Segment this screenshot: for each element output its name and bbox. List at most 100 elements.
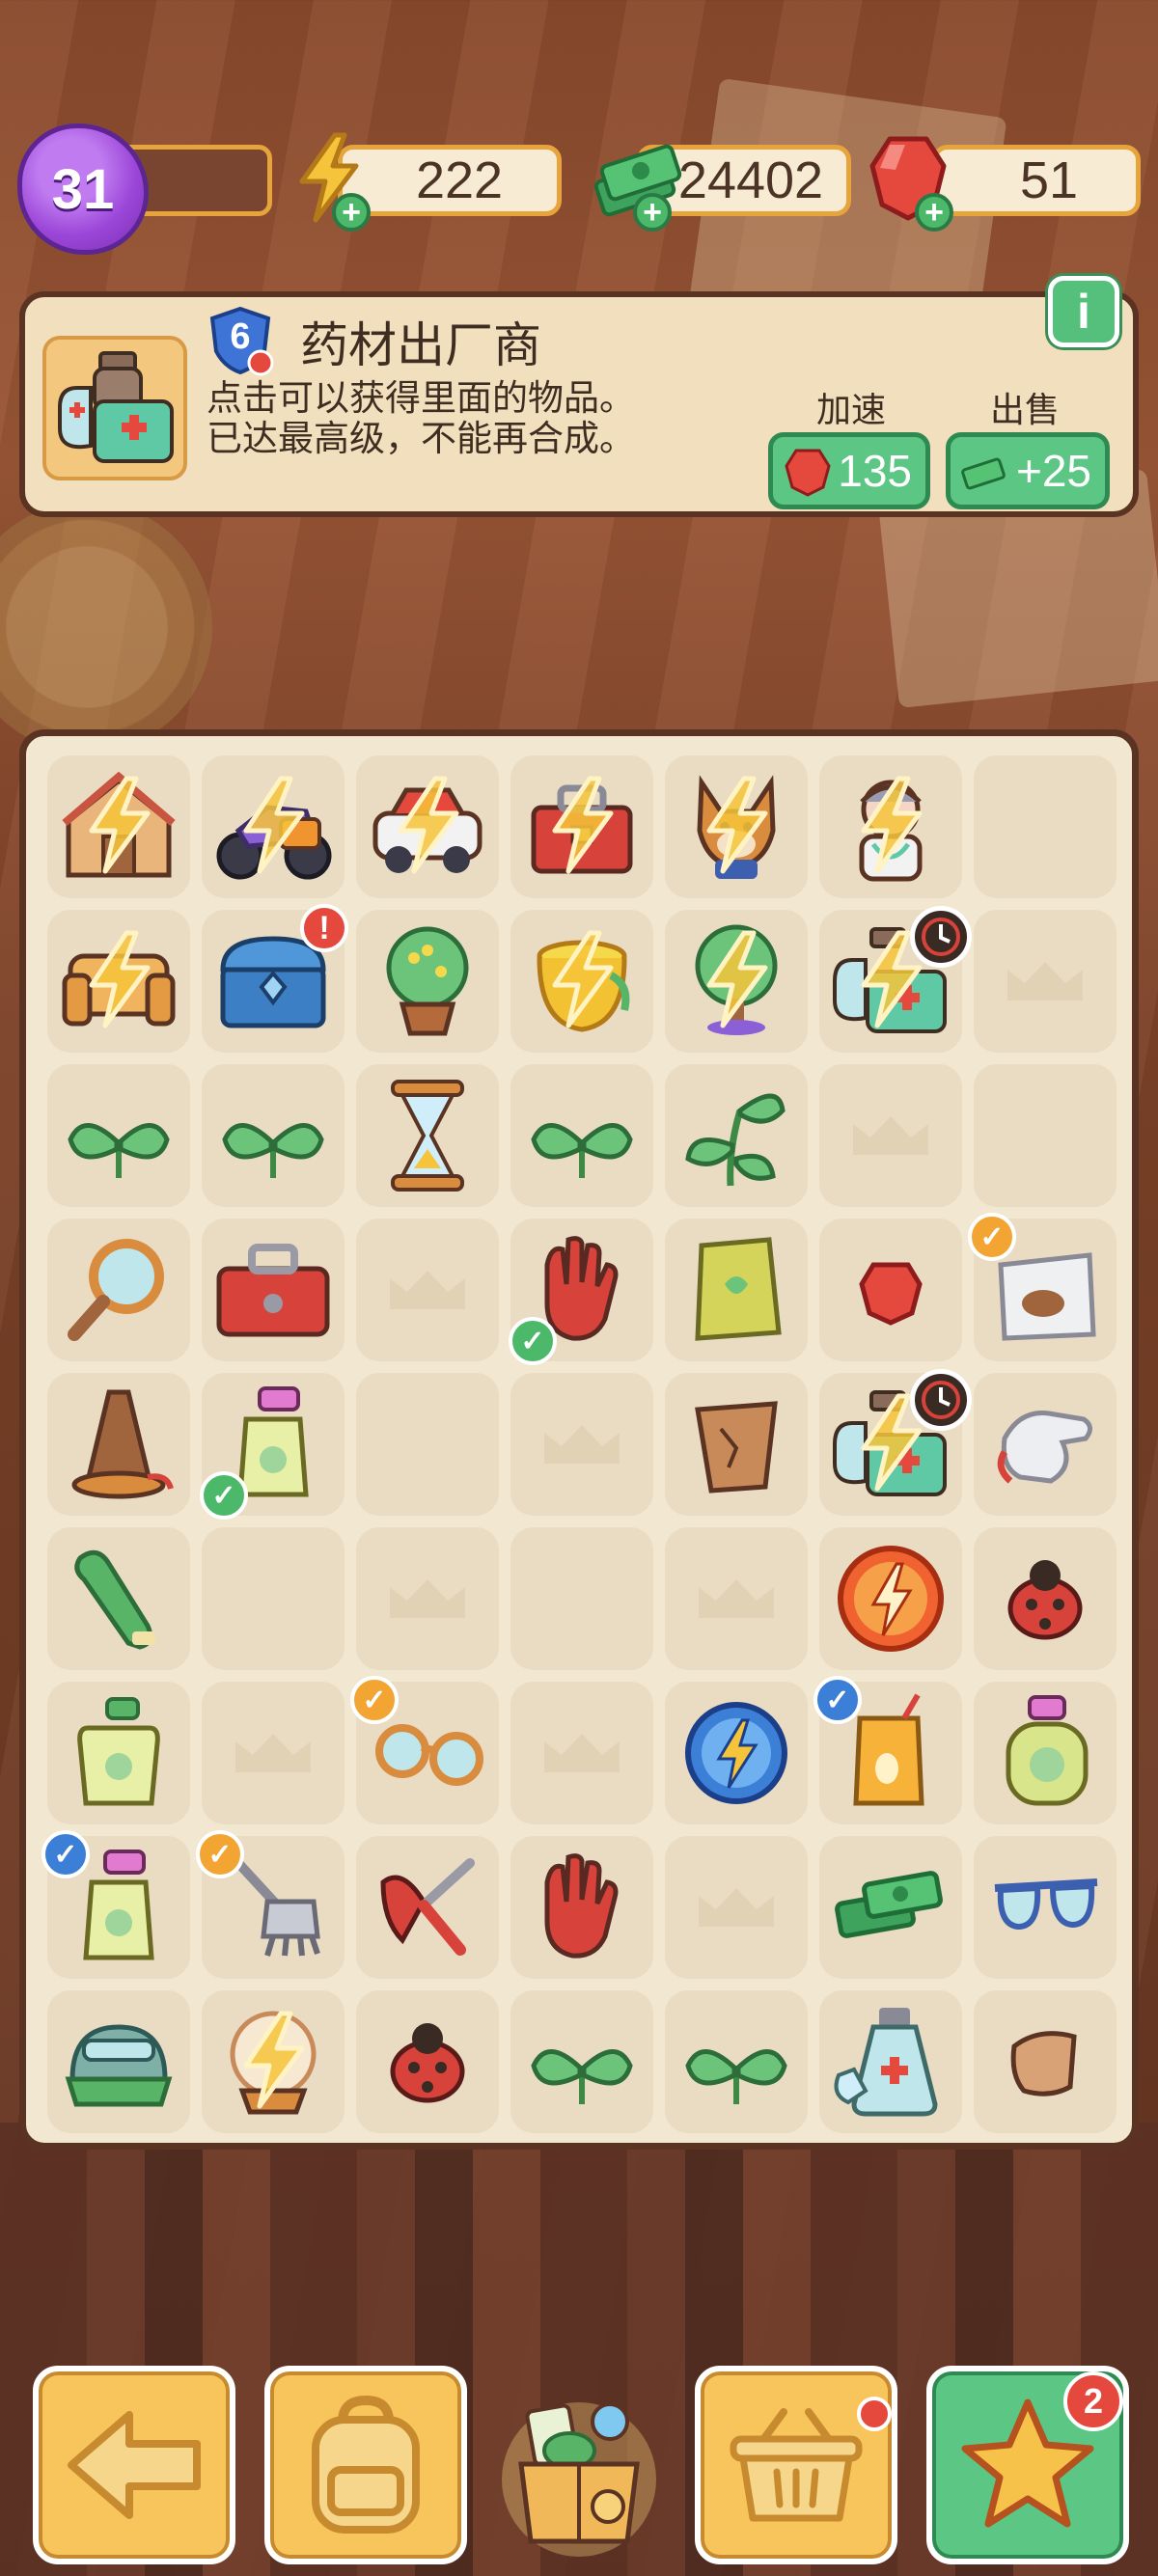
board-cell[interactable] (356, 1373, 499, 1516)
board-cell[interactable] (202, 1064, 345, 1207)
board-cell[interactable] (665, 910, 808, 1053)
description-line-2: 已达最高级，不能再合成。 (207, 419, 635, 458)
board-cell[interactable] (47, 1527, 190, 1670)
board-cell[interactable] (356, 1836, 499, 1979)
cooldown-timer-icon (910, 1369, 972, 1431)
player-level-badge[interactable]: 31 (17, 123, 149, 255)
info-button[interactable]: i (1048, 276, 1119, 347)
board-cell[interactable] (510, 755, 653, 898)
gift-box-button[interactable] (492, 2383, 666, 2557)
board-cell[interactable]: ✓ (41, 1830, 190, 1979)
board-cell[interactable] (510, 1990, 653, 2133)
board-cell[interactable] (510, 1064, 653, 1207)
board-cell[interactable] (974, 1527, 1117, 1670)
board-cell[interactable]: ✓ (813, 1676, 962, 1824)
hourglass-icon (391, 1080, 464, 1192)
board-cell[interactable] (47, 1990, 190, 2133)
board-cell[interactable] (665, 755, 808, 898)
background-medal (0, 502, 212, 753)
perfume-bottle-icon (1006, 1695, 1089, 1806)
board-cell[interactable] (819, 1990, 962, 2133)
item-title: 药材出厂商 (300, 318, 541, 372)
add-cash-button[interactable]: + (633, 193, 672, 232)
board-cell[interactable] (356, 1990, 499, 2133)
generator-bolt-icon (398, 776, 459, 874)
basket-button[interactable] (695, 2366, 897, 2564)
board-cell[interactable] (356, 1219, 499, 1361)
board-cell[interactable] (47, 755, 190, 898)
board-cell[interactable] (510, 1527, 653, 1670)
basket-notification-dot (857, 2397, 892, 2431)
board-cell[interactable]: ✓ (200, 1373, 345, 1520)
potted-tree-icon (386, 926, 469, 1036)
board-cell[interactable]: ✓ (350, 1676, 499, 1824)
board-cell[interactable]: ✓ (509, 1219, 653, 1365)
board-cell[interactable] (510, 910, 653, 1053)
board-cell[interactable] (202, 1990, 345, 2133)
board-cell[interactable] (202, 755, 345, 898)
checkmark-icon: ✓ (813, 1676, 862, 1724)
gem-counter[interactable]: 51 (932, 145, 1141, 216)
sell-button[interactable]: +25 (946, 432, 1110, 509)
board-cell[interactable] (819, 1836, 962, 1979)
board-cell[interactable]: ✓ (196, 1830, 345, 1979)
board-cell[interactable] (819, 1369, 972, 1516)
board-cell[interactable] (665, 1064, 808, 1207)
pruning-shears-icon (380, 1858, 475, 1956)
sunglasses-icon (994, 1878, 1098, 1931)
board-cell[interactable] (202, 1527, 345, 1670)
board-cell[interactable] (665, 1836, 808, 1979)
board-cell[interactable] (510, 1682, 653, 1824)
board-cell[interactable] (819, 755, 962, 898)
sprout-icon (222, 1123, 324, 1178)
board-cell[interactable] (665, 1219, 808, 1361)
checkmark-icon: ✓ (509, 1317, 557, 1365)
board-cell[interactable] (665, 1373, 808, 1516)
board-cell[interactable] (356, 1064, 499, 1207)
red-toolbox-icon (216, 1244, 330, 1337)
board-cell[interactable] (665, 1527, 808, 1670)
board-cell[interactable] (47, 910, 190, 1053)
board-cell[interactable] (665, 1682, 808, 1824)
board-cell[interactable] (47, 1682, 190, 1824)
backpack-button[interactable] (264, 2366, 467, 2564)
board-cell[interactable]: ! (202, 904, 348, 1053)
board-cell[interactable] (819, 1219, 962, 1361)
green-glove-icon (74, 1549, 155, 1650)
stars-count: 2 (1083, 2381, 1104, 2421)
board-cell[interactable] (356, 1527, 499, 1670)
sprout-icon (68, 1123, 170, 1178)
empty-slot-crown-icon (390, 1271, 465, 1309)
board-cell[interactable] (974, 1373, 1117, 1516)
energy-value: 222 (415, 151, 504, 209)
sell-value: +25 (1015, 446, 1091, 496)
board-cell[interactable] (356, 910, 499, 1053)
sprout-icon (531, 1123, 633, 1178)
board-cell[interactable] (974, 755, 1117, 898)
board-cell[interactable] (202, 1682, 345, 1824)
board-cell[interactable]: ✓ (968, 1213, 1117, 1361)
board-cell[interactable] (47, 1064, 190, 1207)
add-energy-button[interactable]: + (332, 193, 371, 232)
back-button[interactable] (33, 2366, 235, 2564)
board-cell[interactable] (47, 1219, 190, 1361)
board-cell[interactable] (47, 1373, 190, 1516)
board-cell[interactable] (202, 1219, 345, 1361)
board-cell[interactable] (510, 1836, 653, 1979)
board-cell[interactable] (819, 906, 972, 1053)
add-gems-button[interactable]: + (915, 193, 953, 232)
stars-button[interactable]: 2 (926, 2366, 1129, 2564)
board-cell[interactable] (974, 1064, 1117, 1207)
board-cell[interactable] (510, 1373, 653, 1516)
checkmark-icon: ✓ (350, 1676, 399, 1724)
board-cell[interactable] (974, 1836, 1117, 1979)
board-cell[interactable] (974, 910, 1117, 1053)
gem-value: 51 (1019, 151, 1079, 209)
board-cell[interactable] (819, 1064, 962, 1207)
board-cell[interactable] (819, 1527, 962, 1670)
board-cell[interactable] (665, 1990, 808, 2133)
board-cell[interactable] (974, 1990, 1117, 2133)
speedup-button[interactable]: 135 (768, 432, 930, 509)
board-cell[interactable] (974, 1682, 1117, 1824)
board-cell[interactable] (356, 755, 499, 898)
